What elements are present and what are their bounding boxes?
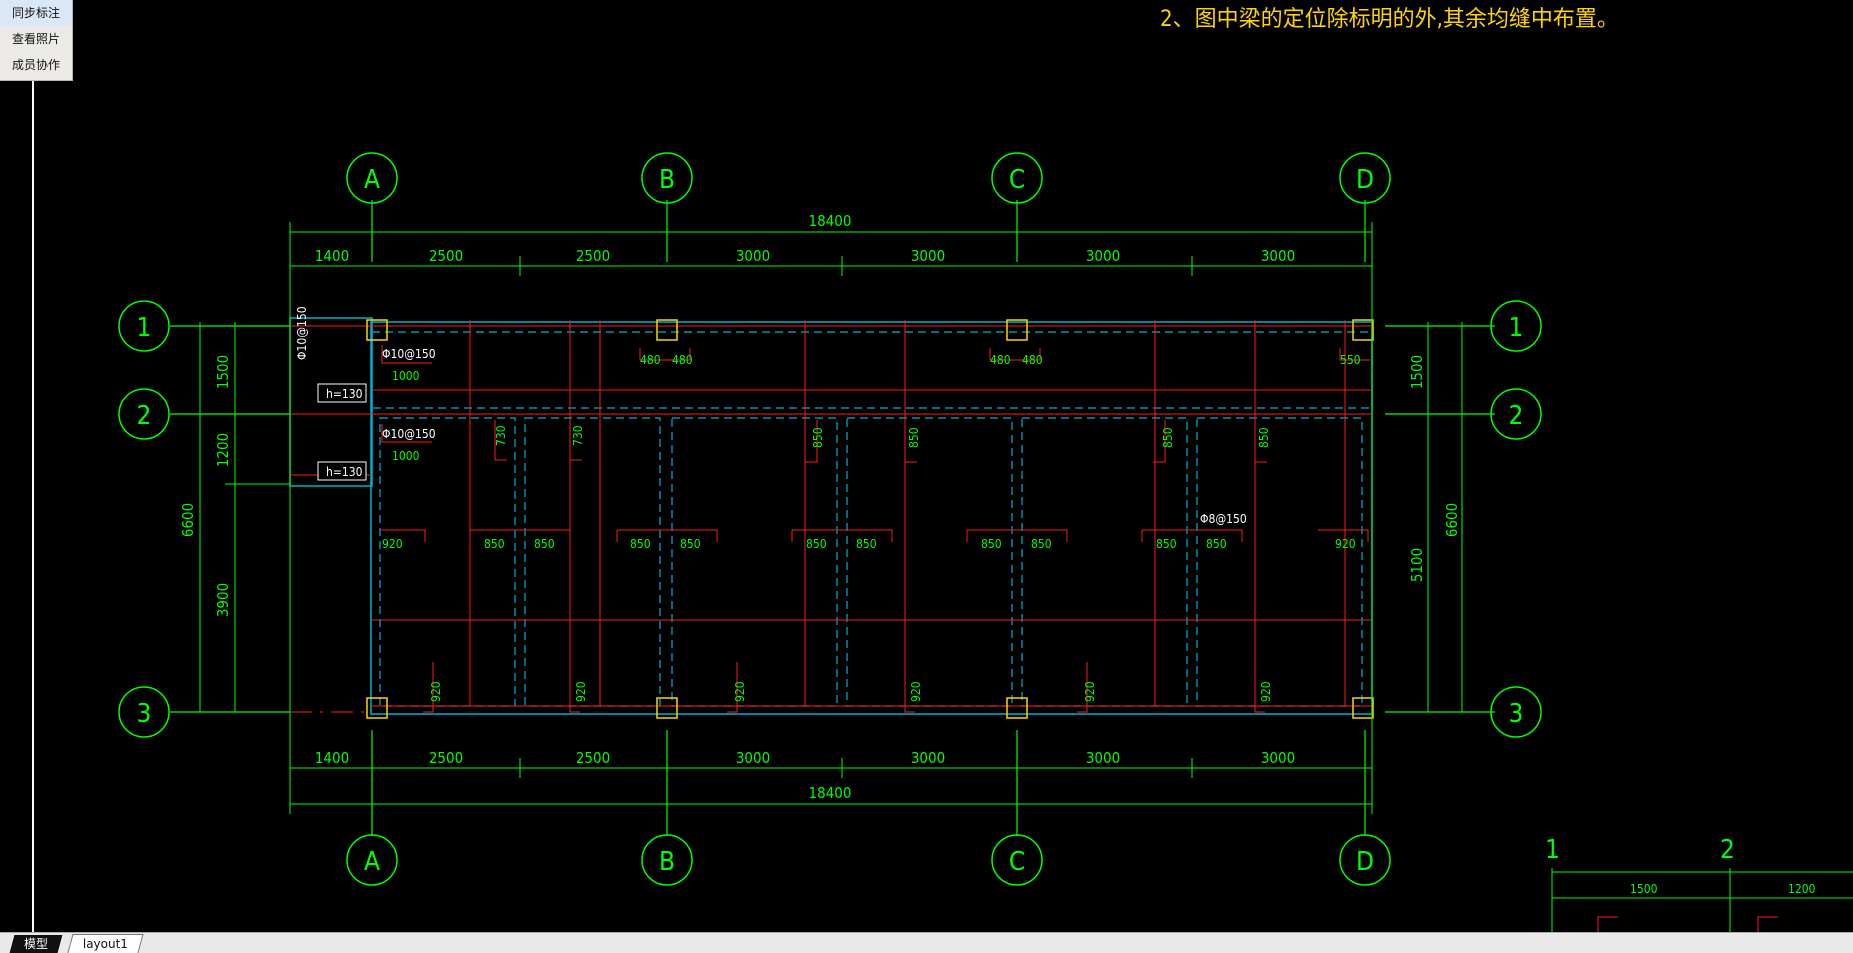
len-730-a: 730 — [494, 425, 508, 446]
tool-panel: 同步标注 查看照片 成员协作 — [0, 0, 73, 81]
axis-bubble-top-A: A — [364, 165, 380, 195]
dim-left-2: 1200 — [214, 433, 232, 467]
sync-annotation-button[interactable]: 同步标注 — [0, 0, 72, 26]
dim-total-top: 18400 — [809, 212, 852, 230]
len-480-b: 480 — [672, 353, 693, 367]
len-850-v3: 850 — [1161, 427, 1175, 448]
len-850-h5: 850 — [806, 537, 827, 551]
axis-bubble-top-D: D — [1356, 165, 1374, 195]
tab-layout1-label: layout1 — [82, 937, 128, 951]
dim-span-1-top: 1400 — [315, 247, 349, 265]
dim-span-7-top: 3000 — [1261, 247, 1295, 265]
len-730-b: 730 — [571, 425, 585, 446]
len-850-h9: 850 — [1156, 537, 1177, 551]
dim-left-1: 1500 — [214, 355, 232, 389]
rebar-label-right: Φ8@150 — [1200, 512, 1247, 526]
dim-span-4-top: 3000 — [736, 247, 770, 265]
dim-right-2: 5100 — [1408, 548, 1426, 582]
len-480-d: 480 — [1022, 353, 1043, 367]
axis-bubble-left-3: 3 — [137, 699, 152, 729]
len-550: 550 — [1340, 353, 1361, 367]
dim-span-3-bottom: 2500 — [576, 749, 610, 767]
dim-total-bottom: 18400 — [809, 784, 852, 802]
dim-left-total: 6600 — [179, 503, 197, 537]
axis-bubble-left-2: 2 — [137, 401, 152, 431]
dim-right-1: 1500 — [1408, 355, 1426, 389]
layout-tab-bar: 模型 layout1 — [0, 932, 1853, 953]
len-1000-b: 1000 — [392, 449, 420, 463]
dim-span-2-top: 2500 — [429, 247, 463, 265]
member-collaboration-button[interactable]: 成员协作 — [0, 52, 72, 78]
axis-lines — [170, 200, 1495, 836]
len-1000-a: 1000 — [392, 369, 420, 383]
len-850-h3: 850 — [630, 537, 651, 551]
dim-span-4-bottom: 3000 — [736, 749, 770, 767]
len-850-h8: 850 — [1031, 537, 1052, 551]
rebar-label-mid: Φ10@150 — [382, 427, 436, 441]
ucs-axis-line — [32, 80, 34, 933]
len-920-v1: 920 — [429, 681, 443, 702]
rebar-label-vertical: Φ10@150 — [295, 306, 309, 360]
axis-bubble-right-2: 2 — [1509, 401, 1524, 431]
detail-axis-1: 1 — [1545, 835, 1560, 865]
dim-span-5-bottom: 3000 — [911, 749, 945, 767]
dim-span-6-top: 3000 — [1086, 247, 1120, 265]
len-480-a: 480 — [640, 353, 661, 367]
floor-plan-drawing: 2、图中梁的定位除标明的外,其余均缝中布置。 AABBCCDD1 12 23 3… — [118, 7, 1853, 953]
axis-bubble-top-B: B — [659, 165, 675, 195]
len-850-h1: 850 — [484, 537, 505, 551]
dim-left-3: 3900 — [214, 583, 232, 617]
len-480-c: 480 — [990, 353, 1011, 367]
len-920-v4: 920 — [909, 681, 923, 702]
dim-span-5-top: 3000 — [911, 247, 945, 265]
axis-bubble-right-1: 1 — [1509, 313, 1524, 343]
detail-axis-2: 2 — [1720, 835, 1735, 865]
len-920-v3: 920 — [733, 681, 747, 702]
len-850-v2: 850 — [907, 427, 921, 448]
cad-drawing-canvas[interactable]: 2、图中梁的定位除标明的外,其余均缝中布置。 A A B B C C D D 1… — [0, 0, 1853, 953]
tab-model[interactable]: 模型 — [9, 935, 63, 953]
dim-span-7-bottom: 3000 — [1261, 749, 1295, 767]
dim-span-3-top: 2500 — [576, 247, 610, 265]
len-920-left: 920 — [382, 537, 403, 551]
axis-bubble-right-3: 3 — [1509, 699, 1524, 729]
tab-layout1[interactable]: layout1 — [67, 934, 144, 953]
axis-bubble-top-C: C — [1009, 165, 1025, 195]
axis-bubble-left-1: 1 — [137, 313, 152, 343]
axis-bubble-bottom-D: D — [1356, 847, 1374, 877]
axis-bubble-bottom-B: B — [659, 847, 675, 877]
view-photos-button[interactable]: 查看照片 — [0, 26, 72, 52]
dim-span-2-bottom: 2500 — [429, 749, 463, 767]
len-850-h6: 850 — [856, 537, 877, 551]
axis-bubble-bottom-C: C — [1009, 847, 1025, 877]
dim-right-total: 6600 — [1443, 503, 1461, 537]
len-850-h4: 850 — [680, 537, 701, 551]
dim-span-6-bottom: 3000 — [1086, 749, 1120, 767]
drawing-note: 2、图中梁的定位除标明的外,其余均缝中布置。 — [1160, 7, 1619, 32]
len-920-right: 920 — [1335, 537, 1356, 551]
len-850-h2: 850 — [534, 537, 555, 551]
slab-thickness-2: h=130 — [326, 465, 363, 479]
dimension-lines — [199, 222, 1472, 814]
slab-thickness-tags: h=130 h=130 — [317, 383, 367, 481]
len-920-v5: 920 — [1083, 681, 1097, 702]
len-920-v6: 920 — [1259, 681, 1273, 702]
len-850-h7: 850 — [981, 537, 1002, 551]
len-850-h10: 850 — [1206, 537, 1227, 551]
len-920-v2: 920 — [574, 681, 588, 702]
detail-dim-1: 1500 — [1630, 882, 1658, 896]
dim-span-1-bottom: 1400 — [315, 749, 349, 767]
len-850-v4: 850 — [1257, 427, 1271, 448]
len-850-v1: 850 — [811, 427, 825, 448]
rebar-label-top: Φ10@150 — [382, 347, 436, 361]
detail-dim-2: 1200 — [1788, 882, 1816, 896]
tab-model-label: 模型 — [24, 937, 49, 951]
axis-bubble-bottom-A: A — [364, 847, 380, 877]
slab-thickness-1: h=130 — [326, 387, 363, 401]
